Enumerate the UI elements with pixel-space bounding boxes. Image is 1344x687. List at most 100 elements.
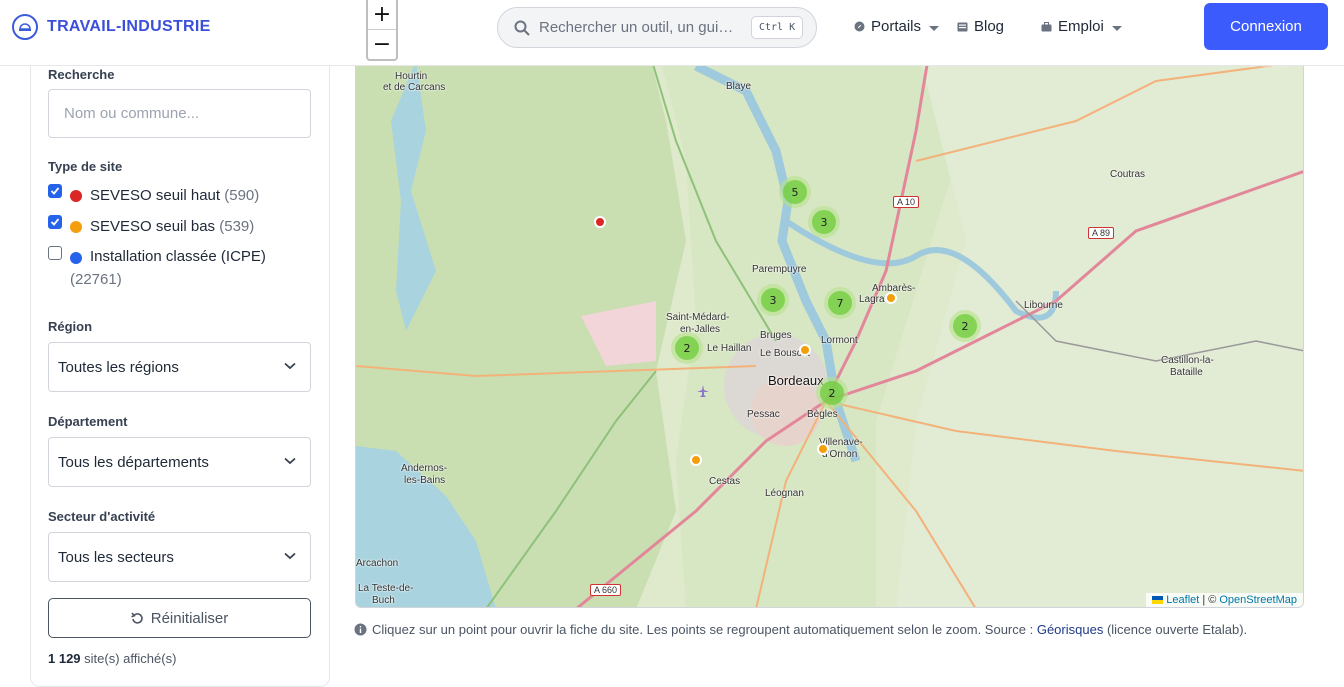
map-tiles: [356, 41, 1303, 607]
brand-link[interactable]: TRAVAIL-INDUSTRIE: [12, 14, 211, 40]
seveso-low-marker[interactable]: [690, 454, 702, 466]
orange-dot-icon: [70, 221, 82, 233]
chevron-down-icon: [284, 457, 296, 465]
nav-portails-label: Portails: [871, 18, 922, 35]
checkbox-checked[interactable]: [48, 215, 62, 229]
department-select-value: Tous les départements: [58, 453, 209, 471]
zoom-out-button[interactable]: −: [368, 29, 396, 58]
seveso-high-marker[interactable]: [594, 216, 606, 228]
road-shield: A 660: [590, 584, 622, 596]
checkbox-checked[interactable]: [48, 184, 62, 198]
place-label: Libourne: [1024, 300, 1063, 311]
login-button[interactable]: Connexion: [1204, 3, 1328, 50]
nav-portails[interactable]: Portails: [854, 18, 940, 35]
site-type-label: Installation classée (ICPE): [90, 248, 266, 265]
checkmark-icon: [50, 218, 60, 226]
place-label: Léognan: [765, 488, 804, 499]
ukraine-flag-icon: [1152, 596, 1164, 604]
place-label: Bègles: [807, 409, 838, 420]
seveso-low-marker[interactable]: [885, 292, 897, 304]
place-label: Blaye: [726, 81, 752, 92]
map-attribution: Leaflet | © OpenStreetMap: [1146, 593, 1303, 607]
sites-map[interactable]: Hourtin et de Carcans Blaye Coutras Pare…: [355, 40, 1304, 608]
brand-logo-icon: [12, 14, 38, 40]
map-cluster-count: 2: [820, 381, 844, 405]
global-search-bar[interactable]: Rechercher un outil, un guide... Ctrl K: [497, 7, 817, 48]
site-type-count: (590): [224, 187, 260, 204]
nav-emploi-label: Emploi: [1058, 18, 1104, 35]
site-type-option[interactable]: SEVESO seuil bas (539): [48, 215, 255, 235]
place-label: Pessac: [747, 409, 780, 420]
map-cluster-count: 5: [783, 180, 807, 204]
map-cluster[interactable]: 2: [949, 310, 981, 342]
place-label: La Teste-de-: [358, 583, 414, 594]
site-type-label: SEVESO seuil haut: [90, 187, 221, 204]
chevron-down-icon: [284, 362, 296, 370]
chevron-down-icon: [1111, 25, 1122, 31]
site-type-count: (539): [219, 218, 255, 235]
map-cluster[interactable]: 3: [808, 206, 840, 238]
nav-emploi[interactable]: Emploi: [1041, 18, 1122, 35]
openstreetmap-link[interactable]: OpenStreetMap: [1219, 594, 1297, 606]
sector-label: Secteur d'activité: [48, 509, 156, 524]
sector-select[interactable]: Tous les secteurs: [48, 532, 311, 582]
map-help-description: Cliquez sur un point pour ouvrir la fich…: [372, 622, 1034, 637]
search-placeholder: Rechercher un outil, un guide...: [539, 19, 741, 36]
site-type-option[interactable]: Installation classée (ICPE) (22761): [48, 246, 278, 291]
map-cluster[interactable]: 2: [671, 332, 703, 364]
license-text: (licence ouverte Etalab).: [1106, 622, 1248, 637]
map-cluster[interactable]: 2: [816, 377, 848, 409]
department-select[interactable]: Tous les départements: [48, 437, 311, 487]
zoom-in-button[interactable]: +: [368, 0, 396, 29]
site-type-label: SEVESO seuil bas: [90, 218, 216, 235]
results-count-value: 1 129: [48, 651, 81, 666]
compass-icon: [854, 21, 865, 32]
region-label: Région: [48, 319, 93, 334]
place-label: et de Carcans: [383, 82, 446, 93]
newspaper-icon: [957, 22, 968, 31]
checkbox-unchecked[interactable]: [48, 246, 62, 260]
place-label: les-Bains: [404, 475, 446, 486]
place-label: Parempuyre: [752, 264, 807, 275]
place-label: Bruges: [760, 330, 792, 341]
reset-button-label: Réinitialiser: [150, 609, 229, 627]
briefcase-icon: [1041, 21, 1052, 31]
place-label: Buch: [372, 595, 395, 606]
nav-blog-label: Blog: [974, 18, 1005, 35]
place-label: Le Haillan: [707, 343, 752, 354]
georisques-link[interactable]: Géorisques: [1037, 622, 1103, 637]
seveso-low-marker[interactable]: [799, 344, 811, 356]
map-cluster[interactable]: 5: [779, 176, 811, 208]
chevron-down-icon: [929, 25, 940, 31]
place-label: Lormont: [821, 335, 858, 346]
place-label: Coutras: [1110, 169, 1146, 180]
place-label: Bataille: [1170, 367, 1203, 378]
nav-blog[interactable]: Blog: [957, 18, 1004, 35]
place-label: Saint-Médard-: [666, 312, 730, 323]
place-label: Cestas: [709, 476, 741, 487]
map-cluster-count: 2: [953, 314, 977, 338]
airport-icon: [697, 385, 709, 397]
road-shield: A 10: [893, 196, 920, 208]
reset-icon: [130, 612, 143, 624]
reset-button[interactable]: Réinitialiser: [48, 598, 311, 638]
map-cluster-count: 3: [761, 288, 785, 312]
site-type-option[interactable]: SEVESO seuil haut (590): [48, 184, 260, 204]
checkmark-icon: [50, 187, 60, 195]
red-dot-icon: [70, 190, 82, 202]
results-count-suffix: site(s) affiché(s): [84, 651, 177, 666]
map-cluster[interactable]: 3: [757, 284, 789, 316]
chevron-down-icon: [284, 552, 296, 560]
search-shortcut-hint: Ctrl K: [751, 16, 804, 39]
seveso-low-marker[interactable]: [817, 443, 829, 455]
map-cluster[interactable]: 7: [824, 287, 856, 319]
map-zoom-control: + −: [366, 0, 398, 61]
site-type-count: (22761): [70, 271, 122, 288]
leaflet-link[interactable]: Leaflet: [1166, 594, 1199, 606]
map-help-text: Cliquez sur un point pour ouvrir la fich…: [354, 622, 1247, 637]
site-type-label: Type de site: [48, 159, 123, 174]
attribution-separator: | ©: [1202, 594, 1217, 606]
region-select[interactable]: Toutes les régions: [48, 342, 311, 392]
name-or-commune-input[interactable]: Nom ou commune...: [48, 89, 311, 138]
top-navigation-bar: TRAVAIL-INDUSTRIE Rechercher un outil, u…: [0, 0, 1344, 66]
